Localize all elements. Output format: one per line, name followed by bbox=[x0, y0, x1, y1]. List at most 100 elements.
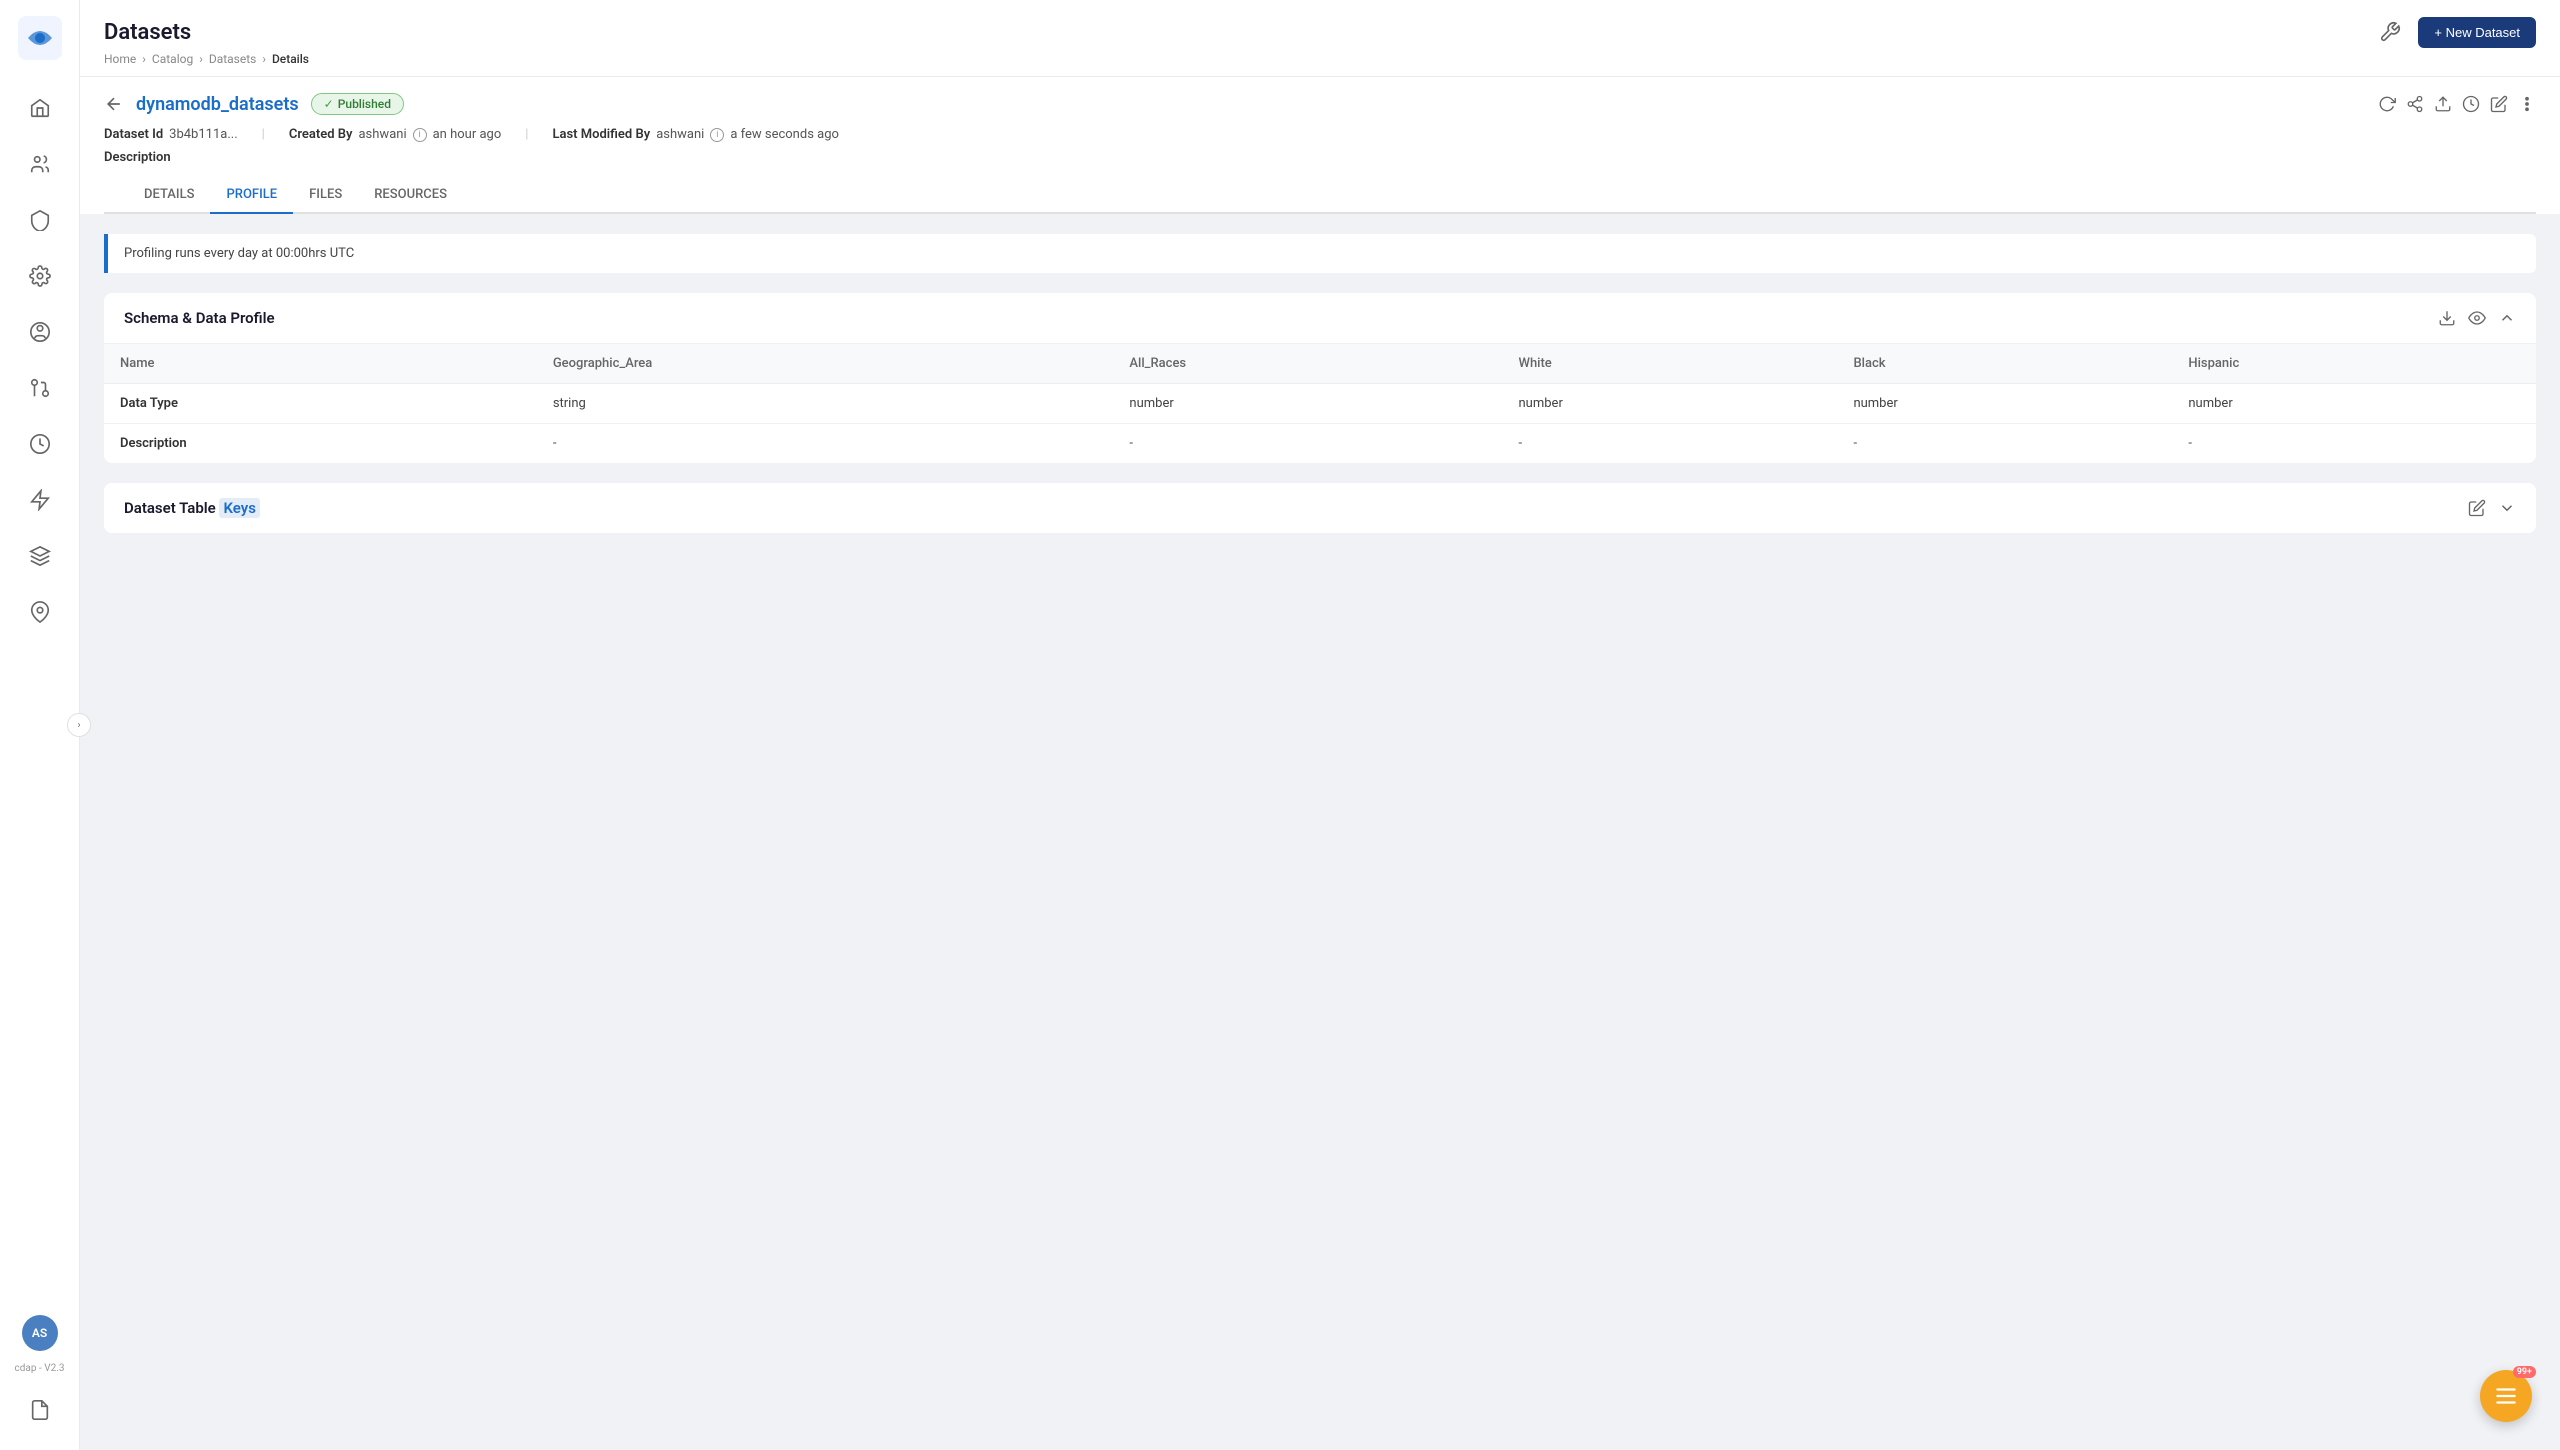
desc-white: - bbox=[1503, 424, 1838, 464]
eye-icon[interactable] bbox=[2468, 309, 2486, 327]
download-icon[interactable] bbox=[2438, 309, 2456, 327]
sidebar-item-person[interactable] bbox=[16, 308, 64, 356]
keys-header: Dataset Table Keys bbox=[104, 483, 2536, 533]
content-area: dynamodb_datasets ✓ Published bbox=[80, 77, 2560, 1450]
meta-sep-1: | bbox=[262, 127, 265, 142]
created-by-value: ashwani bbox=[358, 127, 406, 142]
col-black: Black bbox=[1837, 344, 2172, 384]
dataset-id-meta: Dataset Id 3b4b111a... bbox=[104, 127, 238, 142]
upload-icon[interactable] bbox=[2434, 95, 2452, 113]
created-by-meta: Created By ashwani i an hour ago bbox=[289, 127, 501, 142]
tab-profile[interactable]: PROFILE bbox=[210, 177, 293, 214]
status-badge: ✓ Published bbox=[311, 93, 404, 115]
sidebar-expand-btn[interactable]: › bbox=[67, 713, 91, 737]
modified-by-meta: Last Modified By ashwani i a few seconds… bbox=[552, 127, 838, 142]
data-type-geographic: string bbox=[537, 384, 1114, 424]
data-type-white: number bbox=[1503, 384, 1838, 424]
breadcrumb-sep-2: › bbox=[199, 52, 203, 66]
meta-row: Dataset Id 3b4b111a... | Created By ashw… bbox=[104, 127, 2536, 142]
table-row: Data Type string number number number nu… bbox=[104, 384, 2536, 424]
dataset-name[interactable]: dynamodb_datasets bbox=[136, 94, 299, 115]
status-check-icon: ✓ bbox=[324, 97, 334, 111]
detail-title-row: dynamodb_datasets ✓ Published bbox=[104, 93, 2536, 115]
data-type-black: number bbox=[1837, 384, 2172, 424]
status-label: Published bbox=[338, 97, 391, 111]
floating-btn-badge: 99+ bbox=[2513, 1366, 2536, 1378]
main-content: Datasets + New Dataset Home › Catalog › … bbox=[80, 0, 2560, 1450]
edit-icon[interactable] bbox=[2490, 95, 2508, 113]
schema-section-header: Schema & Data Profile bbox=[104, 293, 2536, 344]
header-actions: + New Dataset bbox=[2374, 16, 2536, 48]
keys-edit-icon[interactable] bbox=[2468, 499, 2486, 517]
desc-all-races: - bbox=[1113, 424, 1502, 464]
sidebar-item-layers[interactable] bbox=[16, 532, 64, 580]
sidebar-bottom: AS cdap - V2.3 bbox=[15, 1307, 65, 1434]
detail-actions bbox=[2378, 95, 2536, 113]
sidebar-item-lightning[interactable] bbox=[16, 476, 64, 524]
data-type-hispanic: number bbox=[2172, 384, 2536, 424]
dataset-id-value: 3b4b111a... bbox=[169, 127, 238, 142]
sidebar-item-file[interactable] bbox=[16, 1386, 64, 1434]
breadcrumb-sep-3: › bbox=[262, 52, 266, 66]
sidebar-item-shield[interactable] bbox=[16, 196, 64, 244]
info-icon-2: i bbox=[710, 128, 724, 142]
tabs: DETAILS PROFILE FILES RESOURCES bbox=[104, 177, 2536, 214]
sidebar-item-git[interactable] bbox=[16, 364, 64, 412]
history-icon[interactable] bbox=[2462, 95, 2480, 113]
schema-table-header-row: Name Geographic_Area All_Races White Bla… bbox=[104, 344, 2536, 384]
refresh-icon[interactable] bbox=[2378, 95, 2396, 113]
breadcrumb-home[interactable]: Home bbox=[104, 52, 136, 66]
schema-table: Name Geographic_Area All_Races White Bla… bbox=[104, 344, 2536, 463]
keys-collapse-icon[interactable] bbox=[2498, 499, 2516, 517]
col-white: White bbox=[1503, 344, 1838, 384]
modified-label: Last Modified By bbox=[552, 127, 650, 142]
table-row: Description - - - - - bbox=[104, 424, 2536, 464]
breadcrumb-catalog[interactable]: Catalog bbox=[152, 52, 193, 66]
col-geographic-area: Geographic_Area bbox=[537, 344, 1114, 384]
tools-icon[interactable] bbox=[2374, 16, 2406, 48]
tab-files[interactable]: FILES bbox=[293, 177, 358, 214]
detail-panel: dynamodb_datasets ✓ Published bbox=[80, 77, 2560, 573]
tab-details[interactable]: DETAILS bbox=[128, 177, 210, 214]
meta-sep-2: | bbox=[525, 127, 528, 142]
sidebar-item-home[interactable] bbox=[16, 84, 64, 132]
breadcrumb-details: Details bbox=[272, 52, 309, 66]
collapse-icon[interactable] bbox=[2498, 309, 2516, 327]
sidebar-item-clock[interactable] bbox=[16, 420, 64, 468]
breadcrumb-datasets[interactable]: Datasets bbox=[209, 52, 257, 66]
created-by-label: Created By bbox=[289, 127, 353, 142]
desc-black: - bbox=[1837, 424, 2172, 464]
schema-title: Schema & Data Profile bbox=[124, 309, 275, 327]
info-banner: Profiling runs every day at 00:00hrs UTC bbox=[104, 234, 2536, 273]
modified-by-value: ashwani bbox=[656, 127, 704, 142]
sidebar-item-package[interactable] bbox=[16, 588, 64, 636]
col-hispanic: Hispanic bbox=[2172, 344, 2536, 384]
avatar[interactable]: AS bbox=[22, 1315, 58, 1351]
sidebar-item-settings[interactable] bbox=[16, 252, 64, 300]
sidebar-item-people[interactable] bbox=[16, 140, 64, 188]
breadcrumb-sep-1: › bbox=[142, 52, 146, 66]
col-all-races: All_Races bbox=[1113, 344, 1502, 384]
sidebar: › AS cdap - V2.3 bbox=[0, 0, 80, 1450]
schema-section: Schema & Data Profile Name Geographic_Ar… bbox=[104, 293, 2536, 463]
desc-geographic: - bbox=[537, 424, 1114, 464]
floating-action-button[interactable]: 99+ bbox=[2480, 1370, 2532, 1422]
tab-resources[interactable]: RESOURCES bbox=[358, 177, 463, 214]
breadcrumb: Home › Catalog › Datasets › Details bbox=[104, 52, 2536, 66]
top-header: Datasets + New Dataset Home › Catalog › … bbox=[80, 0, 2560, 77]
keys-section: Dataset Table Keys bbox=[104, 483, 2536, 533]
back-button[interactable] bbox=[104, 94, 124, 114]
keys-actions bbox=[2468, 499, 2516, 517]
description-row-label: Description bbox=[104, 424, 537, 464]
keys-highlight: Keys bbox=[219, 498, 259, 518]
body-content: Profiling runs every day at 00:00hrs UTC… bbox=[80, 214, 2560, 573]
detail-header: dynamodb_datasets ✓ Published bbox=[80, 77, 2560, 214]
more-icon[interactable] bbox=[2518, 95, 2536, 113]
description-label: Description bbox=[104, 150, 2536, 165]
sidebar-navigation bbox=[16, 84, 64, 1307]
header-row: Datasets + New Dataset bbox=[104, 16, 2536, 48]
detail-title-left: dynamodb_datasets ✓ Published bbox=[104, 93, 404, 115]
new-dataset-button[interactable]: + New Dataset bbox=[2418, 17, 2536, 48]
share-icon[interactable] bbox=[2406, 95, 2424, 113]
app-logo[interactable] bbox=[18, 16, 62, 60]
